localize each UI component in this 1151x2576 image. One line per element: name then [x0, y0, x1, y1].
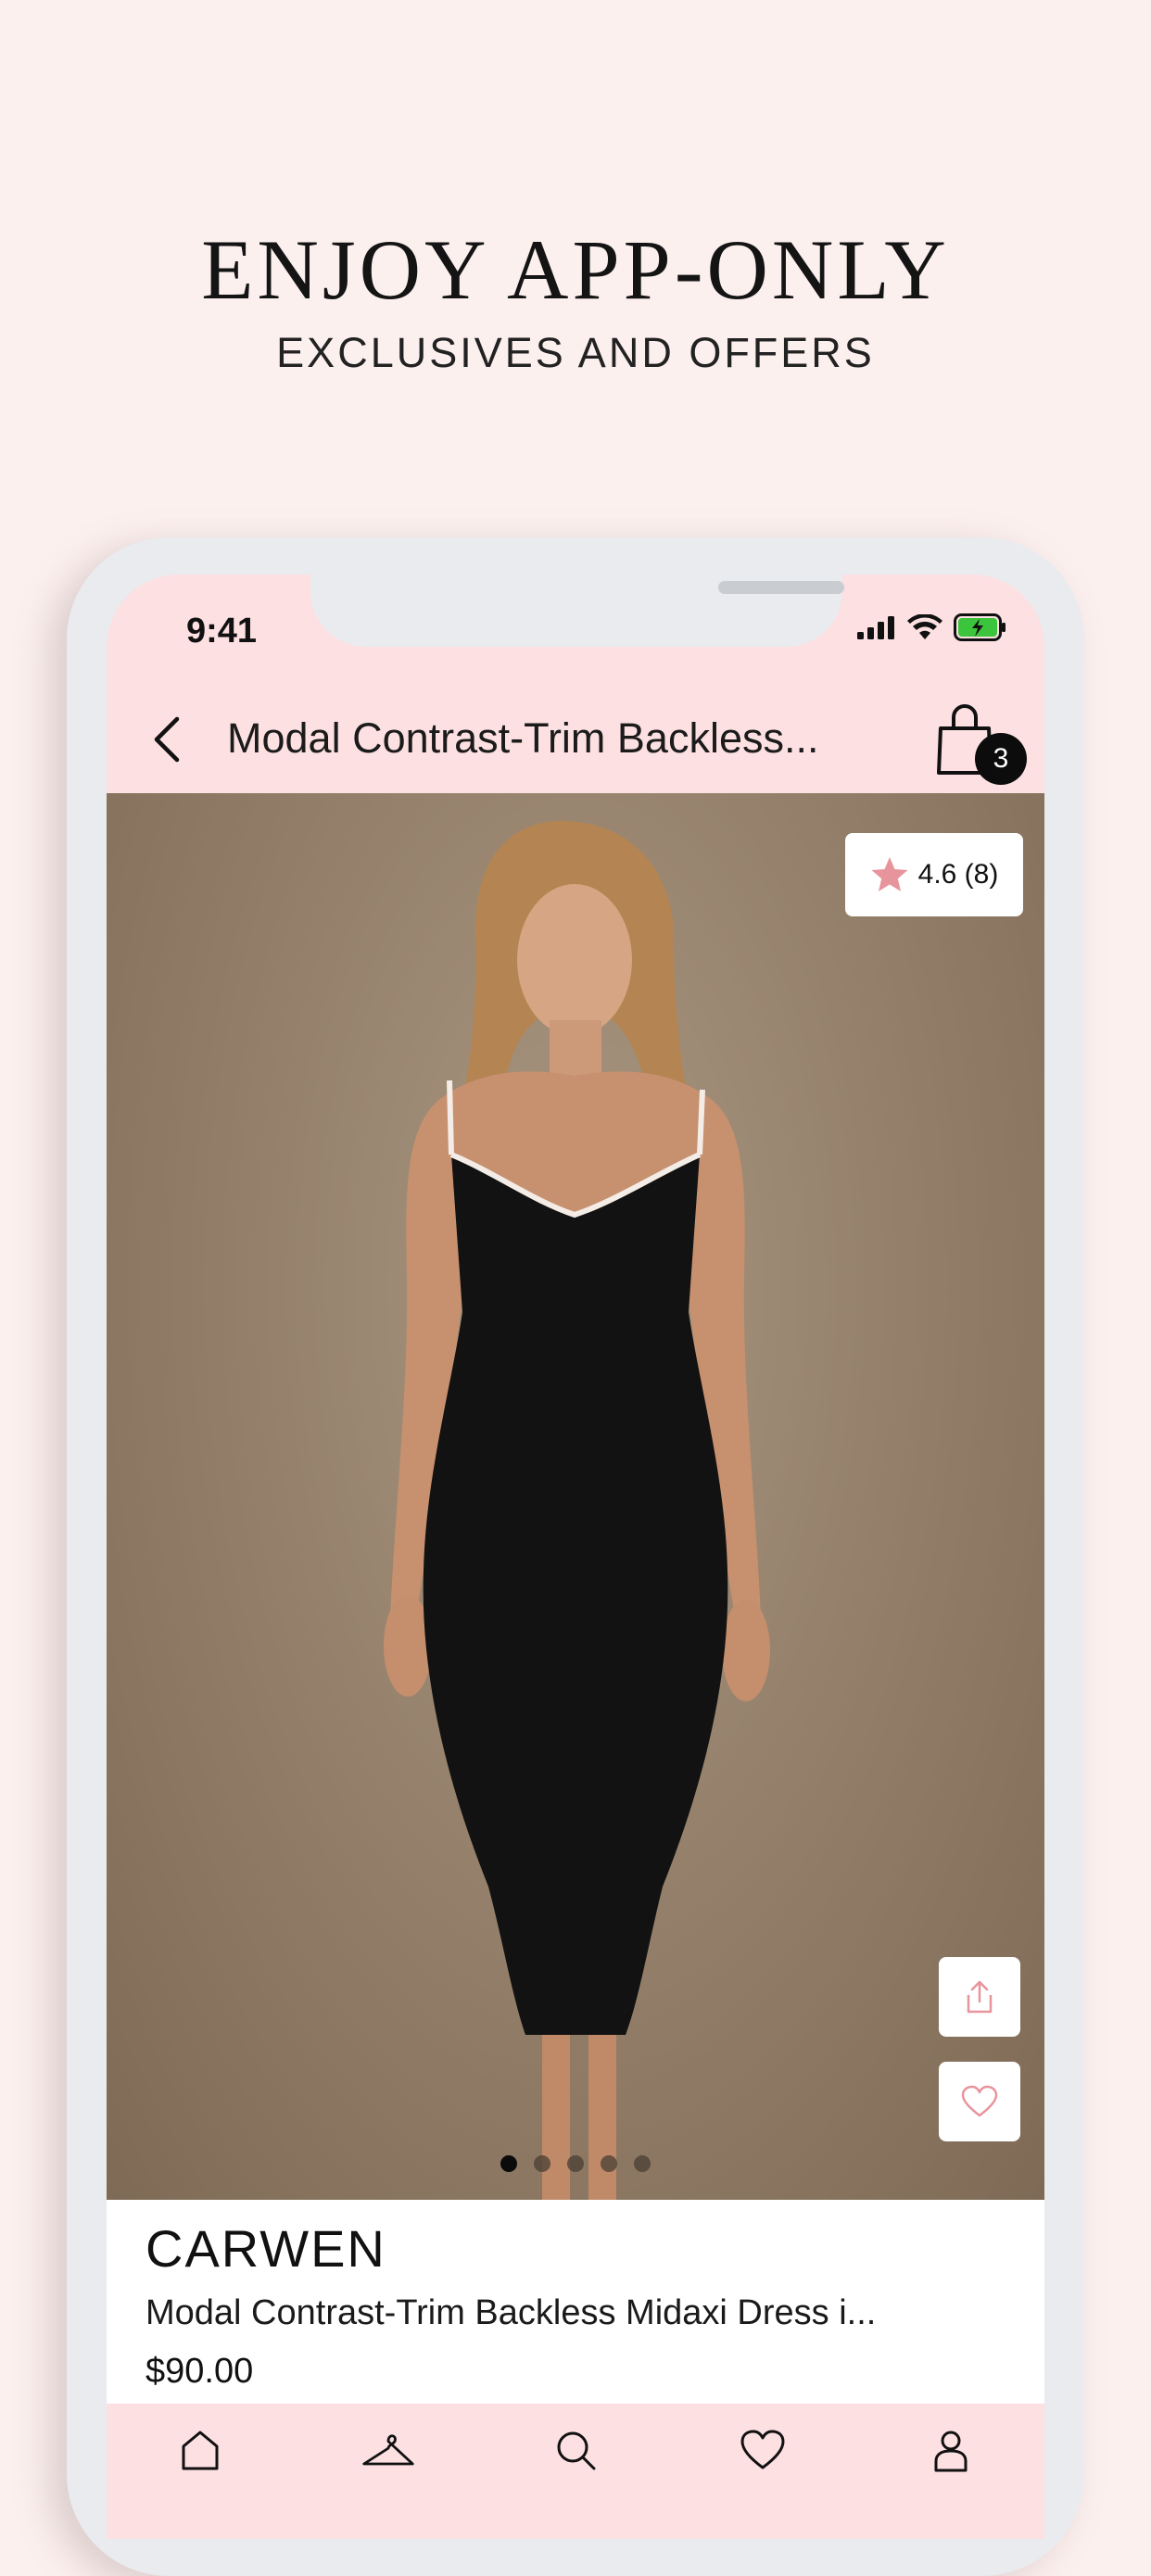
product-image[interactable]: 4.6 (8)	[107, 793, 1044, 2200]
account-icon	[934, 2431, 968, 2472]
product-name[interactable]: Modal Contrast-Trim Backless Midaxi Dres…	[145, 2293, 876, 2333]
search-icon	[557, 2431, 596, 2470]
pagination-dot[interactable]	[567, 2155, 584, 2172]
product-photo-illustration	[384, 820, 770, 2200]
tab-account[interactable]	[923, 2422, 979, 2478]
status-icons	[857, 613, 1007, 646]
tab-wishlist[interactable]	[735, 2422, 791, 2478]
promo-subheadline: EXCLUSIVES AND OFFERS	[276, 329, 875, 376]
product-price: $90.00	[145, 2352, 254, 2391]
signal-icon	[857, 615, 896, 644]
chevron-left-icon	[154, 716, 180, 763]
star-icon	[871, 857, 908, 891]
heart-icon	[961, 2085, 998, 2117]
phone-speaker	[718, 581, 844, 594]
product-brand: CARWEN	[145, 2219, 386, 2278]
wifi-icon	[907, 613, 942, 645]
tab-search[interactable]	[548, 2422, 603, 2478]
hanger-icon	[361, 2434, 414, 2466]
tab-shop[interactable]	[360, 2422, 416, 2478]
home-icon	[182, 2431, 219, 2470]
rating-badge[interactable]: 4.6 (8)	[845, 833, 1023, 916]
tab-home[interactable]	[172, 2422, 228, 2478]
bottom-tab-bar	[107, 2404, 1044, 2539]
pagination-dot[interactable]	[634, 2155, 651, 2172]
promo-headline: ENJOY APP-ONLY	[201, 222, 950, 317]
pagination-dot-active[interactable]	[500, 2155, 517, 2172]
page-title: Modal Contrast-Trim Backless...	[227, 714, 819, 762]
phone-screen: 9:41 Modal Contrast-Trim Backless... 3 4…	[107, 575, 1044, 2539]
status-time: 9:41	[186, 612, 258, 650]
battery-charging-icon	[954, 613, 1007, 646]
rating-text: 4.6 (8)	[917, 859, 999, 890]
favorite-button[interactable]	[939, 2062, 1020, 2141]
pagination-dot[interactable]	[601, 2155, 617, 2172]
cart-count-badge: 3	[975, 733, 1027, 785]
heart-icon	[740, 2430, 785, 2469]
product-info: CARWEN Modal Contrast-Trim Backless Mida…	[107, 2200, 1044, 2404]
phone-notch	[310, 575, 844, 647]
share-icon	[967, 1980, 993, 2014]
pagination-dot[interactable]	[534, 2155, 550, 2172]
share-button[interactable]	[939, 1957, 1020, 2037]
back-button[interactable]	[144, 712, 199, 767]
gallery-pagination	[107, 2155, 1044, 2172]
